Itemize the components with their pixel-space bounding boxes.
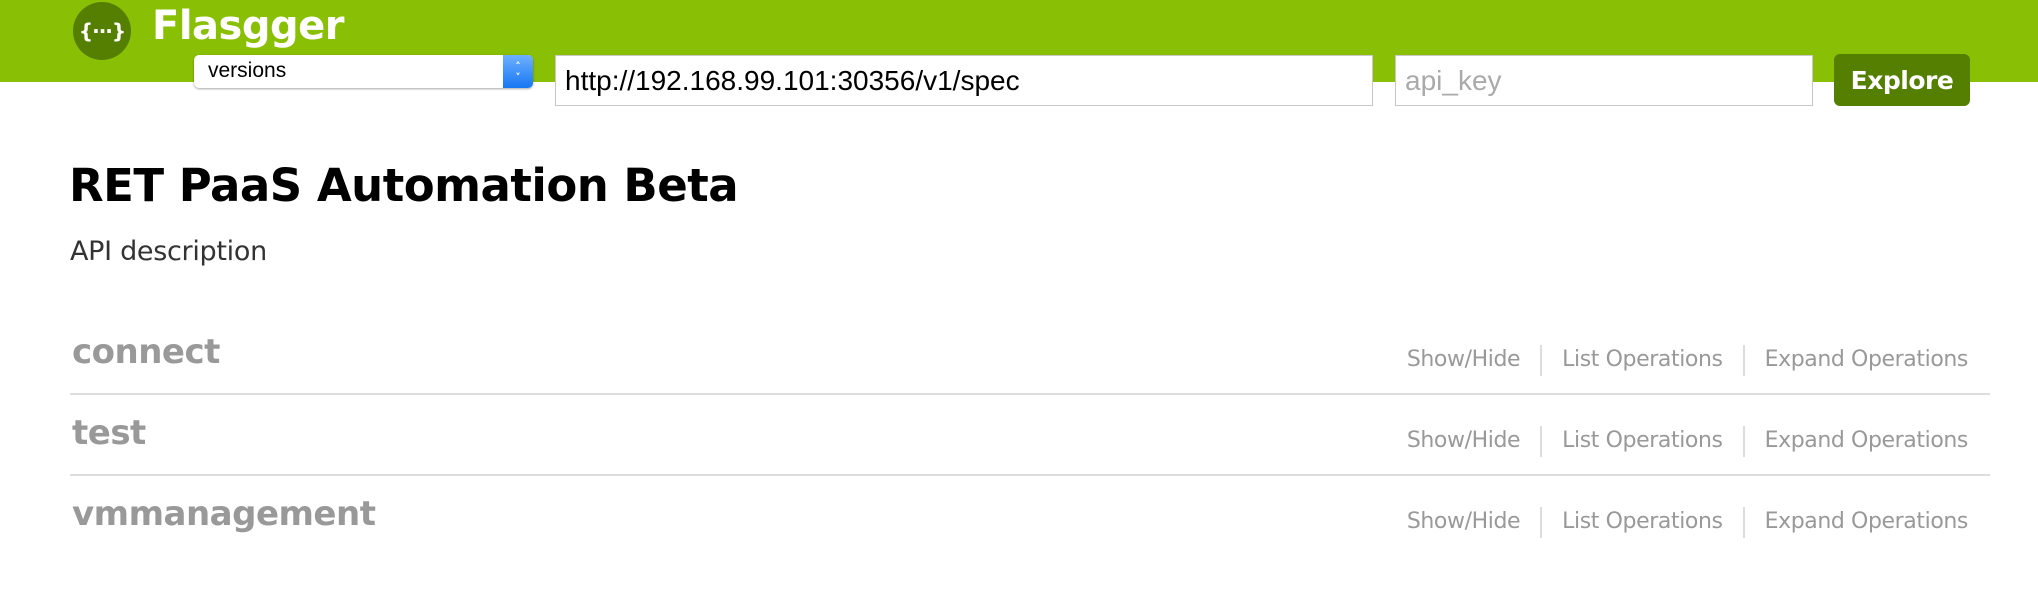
spec-url-input[interactable]	[555, 55, 1373, 106]
braces-icon[interactable]: {···}	[73, 2, 131, 60]
api-key-input[interactable]	[1395, 55, 1813, 106]
explore-button[interactable]: Explore	[1834, 54, 1970, 106]
resource-test: test Show/Hide List Operations Expand Op…	[70, 395, 1990, 476]
list-operations-link[interactable]: List Operations	[1562, 506, 1723, 538]
resource-operations: Show/Hide List Operations Expand Operati…	[1407, 425, 1968, 457]
expand-operations-link[interactable]: Expand Operations	[1765, 344, 1969, 376]
list-operations-link[interactable]: List Operations	[1562, 425, 1723, 457]
resource-connect: connect Show/Hide List Operations Expand…	[70, 314, 1990, 395]
expand-operations-link[interactable]: Expand Operations	[1765, 506, 1969, 538]
expand-operations-link[interactable]: Expand Operations	[1765, 425, 1969, 457]
resource-vmmanagement: vmmanagement Show/Hide List Operations E…	[70, 476, 1990, 557]
resource-operations: Show/Hide List Operations Expand Operati…	[1407, 344, 1968, 376]
chevron-down-icon: ˅	[515, 70, 521, 84]
separator	[1540, 425, 1543, 457]
select-stepper[interactable]: ˄ ˅	[503, 55, 533, 88]
separator	[1742, 344, 1745, 376]
separator	[1540, 506, 1543, 538]
show-hide-link[interactable]: Show/Hide	[1407, 506, 1521, 538]
separator	[1742, 425, 1745, 457]
show-hide-link[interactable]: Show/Hide	[1407, 344, 1521, 376]
show-hide-link[interactable]: Show/Hide	[1407, 425, 1521, 457]
separator	[1540, 344, 1543, 376]
page-title: RET PaaS Automation Beta	[69, 159, 739, 212]
resource-list: connect Show/Hide List Operations Expand…	[70, 314, 1990, 557]
resource-name-link[interactable]: vmmanagement	[72, 490, 376, 538]
brand-title[interactable]: Flasgger	[152, 0, 344, 54]
separator	[1742, 506, 1745, 538]
resource-operations: Show/Hide List Operations Expand Operati…	[1407, 506, 1968, 538]
list-operations-link[interactable]: List Operations	[1562, 344, 1723, 376]
resource-name-link[interactable]: test	[72, 409, 146, 457]
chevron-up-icon: ˄	[515, 59, 521, 73]
version-select[interactable]: versions ˄ ˅	[194, 55, 533, 88]
version-select-value: versions	[208, 59, 287, 82]
api-description: API description	[70, 236, 267, 267]
resource-name-link[interactable]: connect	[72, 328, 220, 376]
